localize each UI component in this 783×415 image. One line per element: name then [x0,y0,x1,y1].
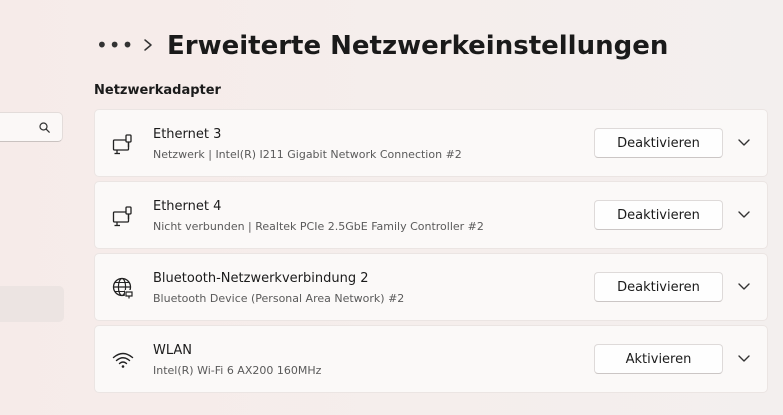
globe-icon [112,277,133,299]
breadcrumb-chevron-icon [144,39,152,51]
ethernet-icon [112,206,132,227]
adapter-name: Ethernet 4 [153,199,222,214]
adapter-card-ethernet-4[interactable]: Ethernet 4 Nicht verbunden | Realtek PCI… [94,181,768,249]
adapter-name: Bluetooth-Netzwerkverbindung 2 [153,271,369,286]
chevron-down-icon[interactable] [737,282,751,292]
deactivate-button[interactable]: Deaktivieren [594,272,723,302]
search-icon [39,122,50,133]
section-heading: Netzwerkadapter [94,83,221,98]
adapter-card-wlan[interactable]: WLAN Intel(R) Wi-Fi 6 AX200 160MHz Aktiv… [94,325,768,393]
chevron-down-icon[interactable] [737,354,751,364]
adapter-description: Intel(R) Wi-Fi 6 AX200 160MHz [153,364,322,377]
chevron-down-icon[interactable] [737,210,751,220]
deactivate-button[interactable]: Deaktivieren [594,128,723,158]
adapter-name: WLAN [153,343,193,358]
sidebar-item-selected[interactable] [0,286,64,322]
wifi-icon [112,352,134,368]
activate-button[interactable]: Aktivieren [594,344,723,374]
adapter-description: Bluetooth Device (Personal Area Network)… [153,292,405,305]
adapter-card-ethernet-3[interactable]: Ethernet 3 Netzwerk | Intel(R) I211 Giga… [94,109,768,177]
adapter-description: Nicht verbunden | Realtek PCIe 2.5GbE Fa… [153,220,484,233]
adapter-description: Netzwerk | Intel(R) I211 Gigabit Network… [153,148,462,161]
search-input[interactable] [0,112,63,142]
breadcrumb-more-button[interactable]: ••• [96,35,134,55]
deactivate-button[interactable]: Deaktivieren [594,200,723,230]
adapter-card-bluetooth[interactable]: Bluetooth-Netzwerkverbindung 2 Bluetooth… [94,253,768,321]
page-title: Erweiterte Netzwerkeinstellungen [167,31,669,61]
ethernet-icon [112,134,132,155]
chevron-down-icon[interactable] [737,138,751,148]
adapter-name: Ethernet 3 [153,127,222,142]
